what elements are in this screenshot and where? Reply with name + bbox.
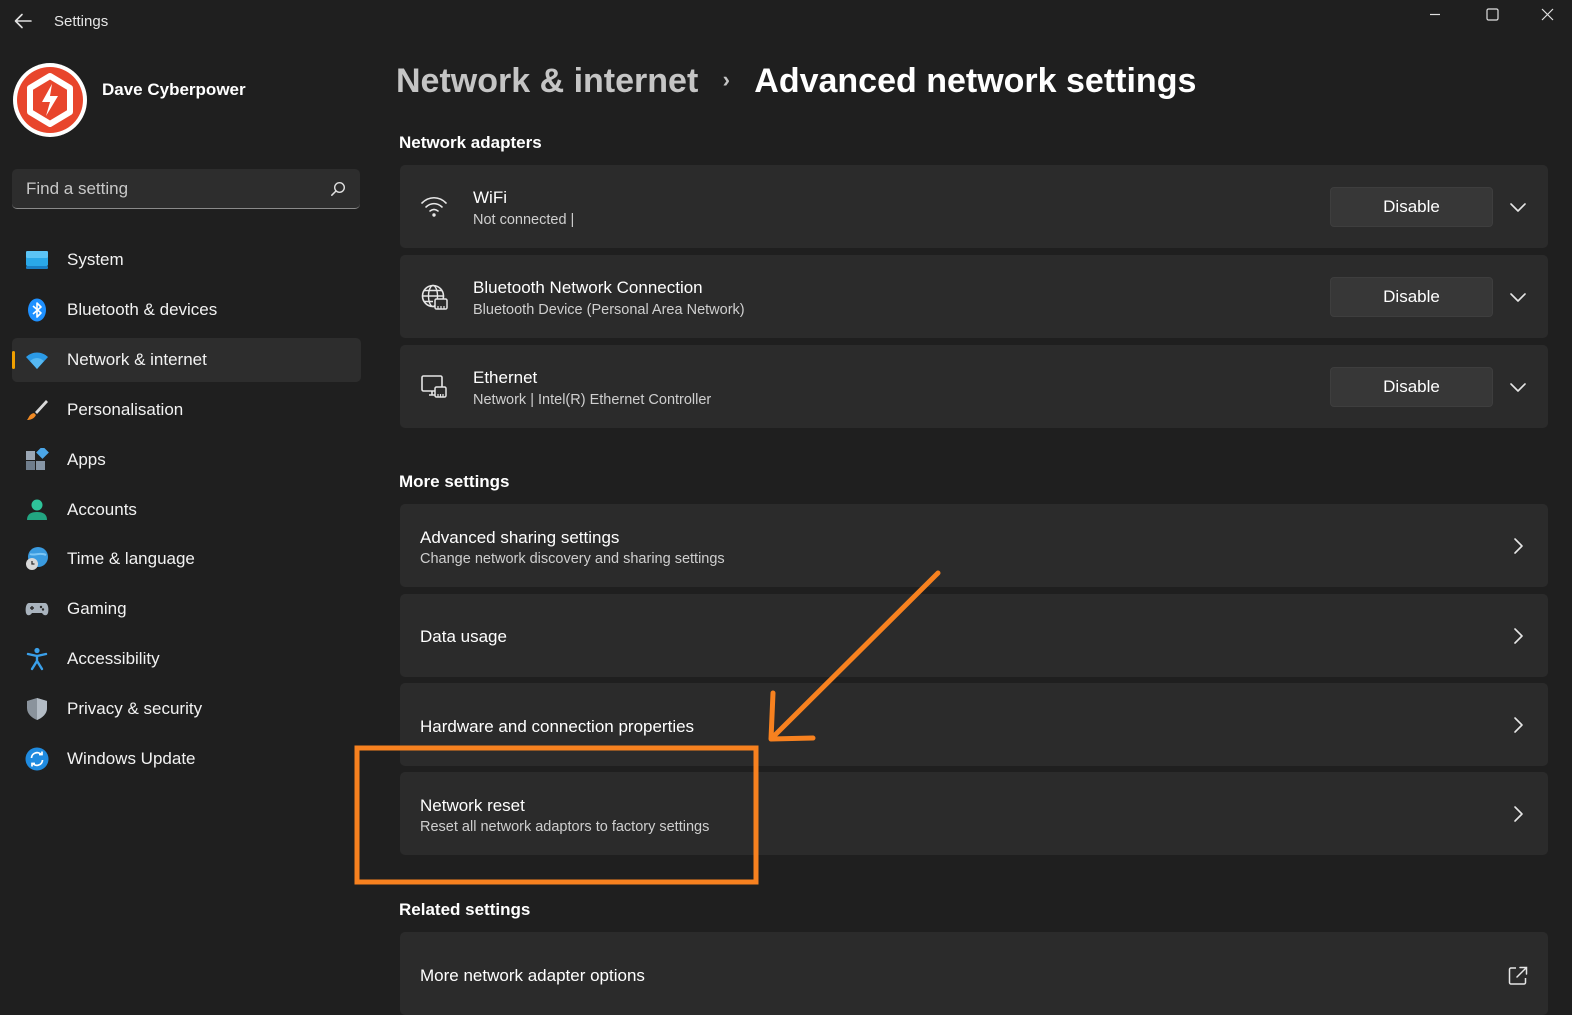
globe-clock-icon [26, 547, 48, 570]
row-title: More network adapter options [420, 966, 645, 985]
sidebar-item-apps[interactable]: Apps [12, 438, 361, 482]
settings-row-network-reset[interactable]: Network reset Reset all network adaptors… [400, 772, 1548, 855]
chevron-down-icon[interactable] [1507, 196, 1529, 218]
sidebar-item-bluetooth[interactable]: Bluetooth & devices [12, 288, 361, 332]
settings-row-data-usage[interactable]: Data usage [400, 594, 1548, 677]
breadcrumb: Network & internet › Advanced network sett… [396, 62, 1196, 101]
row-title: Network reset [420, 796, 525, 815]
settings-row-hardware-properties[interactable]: Hardware and connection properties [400, 683, 1548, 766]
sidebar-item-label: Accounts [67, 500, 137, 519]
adapter-status: Not connected | [473, 212, 575, 228]
adapter-status: Bluetooth Device (Personal Area Network) [473, 302, 745, 318]
sidebar-item-label: System [67, 250, 124, 269]
disable-button[interactable]: Disable [1330, 277, 1493, 317]
adapter-card-bluetooth[interactable]: Bluetooth Network Connection Bluetooth D… [400, 255, 1548, 338]
logo-icon [13, 63, 87, 137]
search-icon[interactable] [330, 181, 346, 197]
globe-network-icon [421, 284, 448, 310]
sidebar-item-label: Gaming [67, 599, 127, 618]
settings-row-advanced-sharing[interactable]: Advanced sharing settings Change network… [400, 504, 1548, 587]
chevron-right-icon [1514, 628, 1523, 644]
sidebar-item-label: Time & language [67, 549, 195, 568]
adapter-name: Ethernet [473, 368, 538, 387]
adapter-card-ethernet[interactable]: Ethernet Network | Intel(R) Ethernet Con… [400, 345, 1548, 428]
adapter-card-wifi[interactable]: WiFi Not connected | Disable [400, 165, 1548, 248]
close-icon [1541, 8, 1553, 20]
person-icon [27, 499, 47, 520]
row-subtitle: Change network discovery and sharing set… [420, 551, 725, 567]
app-title: Settings [54, 13, 109, 30]
brush-icon [27, 400, 48, 420]
adapter-status: Network | Intel(R) Ethernet Controller [473, 392, 712, 408]
sidebar-item-personalisation[interactable]: Personalisation [12, 388, 361, 432]
settings-row-more-adapter-options[interactable]: More network adapter options [400, 932, 1548, 1015]
gamepad-icon [25, 603, 49, 616]
sidebar-item-windows-update[interactable]: Windows Update [12, 737, 361, 781]
wifi-icon [26, 352, 48, 369]
active-indicator [12, 351, 15, 369]
row-title: Advanced sharing settings [420, 528, 620, 547]
sidebar-item-label: Personalisation [67, 400, 184, 419]
search-placeholder: Find a setting [26, 179, 129, 198]
apps-icon [26, 448, 49, 470]
row-title: Data usage [420, 627, 507, 646]
sidebar-item-time-language[interactable]: Time & language [12, 537, 361, 581]
external-link-icon [1508, 966, 1528, 985]
disable-button[interactable]: Disable [1330, 367, 1493, 407]
wifi-icon [421, 196, 447, 217]
breadcrumb-parent-link[interactable]: Network & internet [396, 62, 698, 100]
disable-button[interactable]: Disable [1330, 187, 1493, 227]
sidebar-item-accounts[interactable]: Accounts [12, 488, 361, 532]
section-title-network-adapters: Network adapters [399, 133, 542, 152]
chevron-down-icon[interactable] [1507, 286, 1529, 308]
sidebar-item-label: Privacy & security [67, 699, 203, 718]
sidebar-item-label: Bluetooth & devices [67, 300, 218, 319]
search-input[interactable]: Find a setting [12, 169, 360, 209]
minimize-button[interactable] [1410, 0, 1460, 28]
update-icon [25, 747, 49, 771]
adapter-name: Bluetooth Network Connection [473, 278, 703, 297]
sidebar-item-system[interactable]: System [12, 238, 361, 282]
sidebar-item-gaming[interactable]: Gaming [12, 587, 361, 631]
chevron-right-icon [1514, 538, 1523, 554]
maximize-button[interactable] [1467, 0, 1517, 28]
page-title: Advanced network settings [754, 62, 1197, 100]
chevron-down-icon[interactable] [1507, 376, 1529, 398]
close-button[interactable] [1522, 0, 1572, 28]
shield-icon [27, 698, 47, 720]
sidebar-item-network[interactable]: Network & internet [12, 338, 361, 382]
chevron-right-icon [1514, 717, 1523, 733]
sidebar-item-accessibility[interactable]: Accessibility [12, 637, 361, 681]
sidebar-item-label: Windows Update [67, 749, 196, 768]
section-title-related-settings: Related settings [399, 900, 531, 919]
ethernet-icon [421, 375, 447, 398]
accessibility-icon [26, 647, 48, 671]
row-title: Hardware and connection properties [420, 717, 695, 736]
minimize-icon [1430, 13, 1440, 16]
avatar[interactable] [12, 62, 88, 138]
chevron-right-icon [1514, 806, 1523, 822]
sidebar-item-label: Network & internet [67, 350, 207, 369]
bluetooth-icon [28, 298, 46, 322]
section-title-more-settings: More settings [399, 472, 510, 491]
adapter-name: WiFi [473, 188, 507, 207]
back-arrow-icon[interactable] [12, 10, 34, 32]
sidebar-item-label: Accessibility [67, 649, 160, 668]
sidebar-item-privacy[interactable]: Privacy & security [12, 687, 361, 731]
title-bar: Settings [0, 0, 1572, 44]
sidebar-item-label: Apps [67, 450, 106, 469]
monitor-icon [26, 251, 48, 269]
maximize-icon [1485, 7, 1499, 21]
breadcrumb-separator: › [722, 67, 730, 92]
row-subtitle: Reset all network adaptors to factory se… [420, 819, 710, 835]
user-name: Dave Cyberpower [102, 80, 246, 99]
